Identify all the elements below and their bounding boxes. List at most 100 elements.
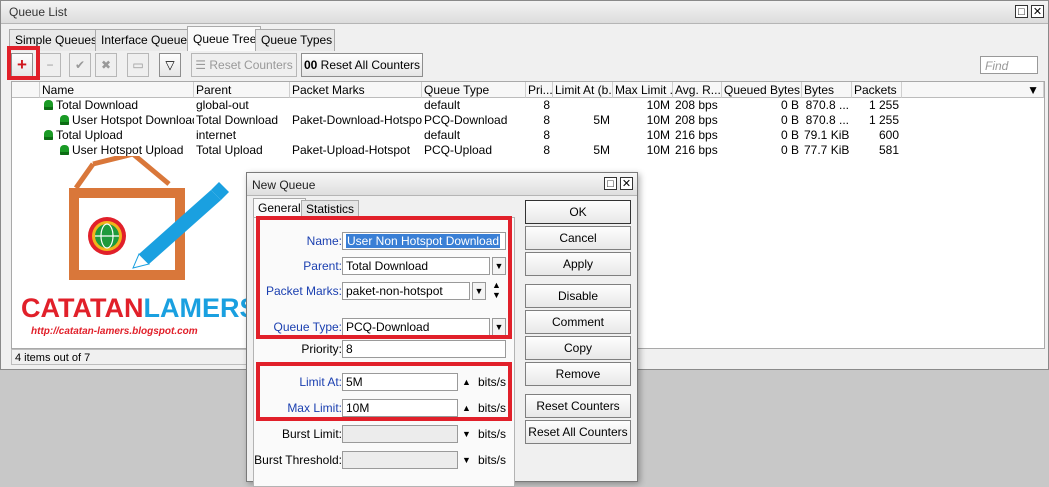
priority-field[interactable]: 8: [342, 340, 506, 358]
cell-max-limit: 10M: [646, 143, 670, 157]
queue-icon: [44, 100, 53, 110]
cell-max-limit: 10M: [646, 98, 670, 112]
comment-button[interactable]: Comment: [525, 310, 631, 334]
window-title: Queue List: [9, 5, 68, 19]
burst-threshold-unit: bits/s: [478, 453, 507, 467]
apply-button[interactable]: Apply: [525, 252, 631, 276]
filter-icon[interactable]: ▽: [159, 53, 181, 77]
burst-limit-unit: bits/s: [478, 427, 507, 441]
cell-packets: 600: [878, 128, 899, 142]
reset-all-counters-label: Reset All Counters: [320, 58, 421, 72]
column-header-name[interactable]: Name: [40, 82, 194, 98]
cell-priority: 8: [543, 98, 550, 112]
cell-queued-bytes: 0 B: [780, 143, 799, 157]
ok-button[interactable]: OK: [525, 200, 631, 224]
highlight-name-to-queue-type: [256, 216, 512, 339]
queue-name: User Hotspot Download: [72, 113, 194, 127]
dialog-title: New Queue: [252, 178, 316, 192]
queue-icon: [60, 145, 69, 155]
column-header-avg-rate[interactable]: Avg. R...: [673, 82, 722, 98]
cell-parent: Total Download: [196, 113, 279, 127]
cell-queued-bytes: 0 B: [780, 128, 799, 142]
burst-limit-label: Burst Limit:: [281, 427, 342, 441]
watermark-logo: CATATANLAMERS http://catatan-lamers.blog…: [21, 151, 257, 346]
tab-queue-types[interactable]: Queue Types: [255, 29, 335, 51]
column-header-packets[interactable]: Packets: [852, 82, 902, 98]
table-row[interactable]: User Hotspot Download Total Download Paket…: [12, 113, 1044, 128]
reset-counters-icon: ☰: [195, 58, 210, 72]
reset-all-counters-button[interactable]: 00 Reset All Counters: [301, 53, 423, 77]
cell-bytes: 77.7 KiB: [804, 143, 850, 157]
column-header-packet-marks[interactable]: Packet Marks: [290, 82, 422, 98]
burst-limit-expand-icon[interactable]: ▼: [462, 425, 471, 443]
cell-queued-bytes: 0 B: [780, 98, 799, 112]
reset-counters-label: Reset Counters: [209, 58, 293, 72]
cell-avg-rate: 208 bps: [675, 98, 718, 112]
column-header-parent[interactable]: Parent: [194, 82, 290, 98]
queue-name: Total Download: [56, 98, 139, 112]
highlight-add-button: [7, 46, 40, 80]
priority-label: Priority:: [301, 342, 342, 356]
disable-icon[interactable]: ✖: [95, 53, 117, 77]
reset-all-counters-dialog-button[interactable]: Reset All Counters: [525, 420, 631, 444]
column-header-queued-bytes[interactable]: Queued Bytes: [722, 82, 802, 98]
cell-limit-at: 5M: [593, 143, 610, 157]
burst-threshold-label: Burst Threshold:: [254, 453, 342, 467]
logo-url: http://catatan-lamers.blogspot.com: [31, 326, 198, 337]
window-titlebar[interactable]: Queue List □ ✕: [1, 1, 1048, 24]
close-icon[interactable]: ✕: [1031, 5, 1044, 18]
cell-avg-rate: 216 bps: [675, 128, 718, 142]
burst-threshold-expand-icon[interactable]: ▼: [462, 451, 471, 469]
highlight-limits: [256, 362, 512, 421]
cell-queue-type: default: [424, 98, 461, 112]
table-row[interactable]: Total Upload internet default 8 10M 216 bps 0 …: [12, 128, 1044, 143]
reset-counters-button[interactable]: ☰ Reset Counters: [191, 53, 297, 77]
column-header-max-limit[interactable]: Max Limit ...: [613, 82, 673, 98]
burst-threshold-field[interactable]: [342, 451, 458, 469]
dialog-titlebar[interactable]: New Queue □ ✕: [247, 173, 637, 196]
cell-max-limit: 10M: [646, 128, 670, 142]
column-header-bytes[interactable]: Bytes: [802, 82, 852, 98]
cell-parent: internet: [196, 128, 237, 142]
cell-name: User Hotspot Download: [40, 113, 194, 128]
column-header-priority[interactable]: Pri...: [526, 82, 553, 98]
queue-icon: [44, 130, 53, 140]
find-input[interactable]: Find: [980, 56, 1038, 74]
cell-queue-type: default: [424, 128, 461, 142]
cell-name: Total Download: [40, 98, 194, 113]
cell-packet-marks: Paket-Upload-Hotspot: [292, 143, 411, 157]
column-menu-icon[interactable]: ▼: [902, 82, 1044, 98]
queue-name: Total Upload: [56, 128, 123, 142]
cell-priority: 8: [543, 113, 550, 127]
copy-button[interactable]: Copy: [525, 336, 631, 360]
column-header-queue-type[interactable]: Queue Type: [422, 82, 526, 98]
cell-bytes: 870.8 ...: [805, 98, 849, 112]
column-header-blank: [12, 82, 40, 98]
dialog-close-icon[interactable]: ✕: [620, 177, 633, 190]
cell-queue-type: PCQ-Download: [424, 113, 508, 127]
dialog-maximize-icon[interactable]: □: [604, 177, 617, 190]
reset-counters-dialog-button[interactable]: Reset Counters: [525, 394, 631, 418]
maximize-icon[interactable]: □: [1015, 5, 1028, 18]
remove-icon[interactable]: −: [39, 53, 61, 77]
remove-button[interactable]: Remove: [525, 362, 631, 386]
cell-packet-marks: [290, 128, 422, 143]
burst-limit-field[interactable]: [342, 425, 458, 443]
cancel-button[interactable]: Cancel: [525, 226, 631, 250]
cell-limit-at: 5M: [593, 113, 610, 127]
tab-queue-tree[interactable]: Queue Tree: [187, 26, 261, 51]
comment-icon[interactable]: ▭: [127, 53, 149, 77]
cell-avg-rate: 216 bps: [675, 143, 718, 157]
cell-max-limit: 10M: [646, 113, 670, 127]
cell-bytes: 79.1 KiB: [804, 128, 850, 142]
column-header-limit-at[interactable]: Limit At (b...: [553, 82, 613, 98]
cell-name: Total Upload: [40, 128, 194, 143]
tab-interface-queues[interactable]: Interface Queues: [95, 29, 193, 51]
cell-packets: 1 255: [868, 113, 899, 127]
enable-icon[interactable]: ✔: [69, 53, 91, 77]
cell-packets: 581: [878, 143, 899, 157]
table-row[interactable]: Total Download global-out default 8 10M 208 b…: [12, 98, 1044, 113]
cell-queue-type: PCQ-Upload: [424, 143, 493, 157]
disable-button[interactable]: Disable: [525, 284, 631, 308]
reset-all-prefix: 00: [303, 58, 318, 72]
